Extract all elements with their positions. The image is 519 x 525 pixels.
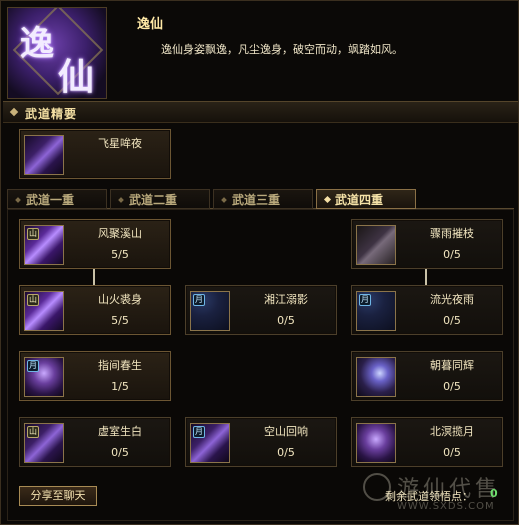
tab-bullet-icon — [118, 197, 124, 203]
school-emblem: 逸 仙 — [7, 7, 107, 99]
skill-card[interactable]: 月 湘江溺影 0/5 — [185, 285, 337, 335]
mountain-badge-icon: 山 — [27, 228, 39, 240]
skill-name: 虚室生白 — [98, 425, 142, 438]
skill-card[interactable]: 月 指间春生 1/5 — [19, 351, 171, 401]
tab-tier-4[interactable]: 武道四重 — [316, 189, 416, 209]
skill-level: 0/5 — [277, 446, 295, 459]
remaining-points-value: 0 — [490, 487, 498, 500]
skill-card[interactable]: 月 空山回响 0/5 — [185, 417, 337, 467]
skill-level: 0/5 — [443, 446, 461, 459]
moon-ring-icon: 月 — [190, 291, 230, 331]
tab-label: 武道二重 — [129, 193, 178, 207]
moon-ring-icon: 月 — [356, 291, 396, 331]
remaining-points-label: 剩余武道领悟点： — [385, 490, 473, 503]
skill-card[interactable]: 北溟揽月 0/5 — [351, 417, 503, 467]
skill-card[interactable]: 山 山火裘身 5/5 — [19, 285, 171, 335]
mountain-badge-icon: 山 — [27, 426, 39, 438]
skill-window: 逸 仙 逸仙 逸仙身姿飘逸，凡尘逸身，破空而动，飒踏如风。 武道精要 飞星哞夜 … — [0, 0, 519, 525]
violet-blade-icon: 月 — [190, 423, 230, 463]
tree-connector — [425, 269, 427, 285]
tab-bullet-icon — [15, 197, 21, 203]
wing-icon — [356, 357, 396, 397]
emblem-glyph: 仙 — [58, 56, 95, 98]
rain-icon — [356, 225, 396, 265]
skill-card[interactable]: 月 流光夜雨 0/5 — [351, 285, 503, 335]
tier-tabs: 武道一重 武道二重 武道三重 武道四重 — [7, 189, 514, 209]
skill-name: 骤雨摧枝 — [430, 227, 474, 240]
tab-label: 武道一重 — [26, 193, 75, 207]
skill-level: 1/5 — [111, 380, 129, 393]
section-title: 武道精要 — [25, 107, 78, 121]
featured-skill-card[interactable]: 飞星哞夜 — [19, 129, 171, 179]
skill-name: 山火裘身 — [98, 293, 142, 306]
skill-level: 0/5 — [277, 314, 295, 327]
tab-label: 武道三重 — [232, 193, 281, 207]
skill-name: 流光夜雨 — [430, 293, 474, 306]
school-description: 逸仙身姿飘逸，凡尘逸身，破空而动，飒踏如风。 — [161, 43, 403, 56]
skill-card[interactable]: 山 虚室生白 0/5 — [19, 417, 171, 467]
skill-level: 0/5 — [111, 446, 129, 459]
mountain-badge-icon: 山 — [27, 294, 39, 306]
violet-blade-icon: 山 — [24, 423, 64, 463]
tab-label: 武道四重 — [335, 193, 384, 207]
skill-name: 空山回响 — [264, 425, 308, 438]
share-to-chat-button[interactable]: 分享至聊天 — [19, 486, 97, 506]
skill-level: 5/5 — [111, 314, 129, 327]
skill-name: 北溟揽月 — [430, 425, 474, 438]
moon-badge-icon: 月 — [193, 294, 205, 306]
tab-bullet-icon — [323, 195, 332, 204]
tab-tier-1[interactable]: 武道一重 — [7, 189, 107, 209]
violet-sword-icon: 山 — [24, 225, 64, 265]
tab-bullet-icon — [221, 197, 227, 203]
violet-sword-icon: 山 — [24, 291, 64, 331]
skill-name: 飞星哞夜 — [98, 137, 142, 150]
falcon-icon — [24, 135, 64, 175]
skill-name: 指间春生 — [98, 359, 142, 372]
skill-level: 5/5 — [111, 248, 129, 261]
skill-level: 0/5 — [443, 380, 461, 393]
skill-card[interactable]: 山 风聚溪山 5/5 — [19, 219, 171, 269]
spirit-icon: 月 — [24, 357, 64, 397]
tree-connector — [93, 269, 95, 285]
skill-level: 0/5 — [443, 314, 461, 327]
moon-badge-icon: 月 — [193, 426, 205, 438]
section-bullet-icon — [9, 107, 19, 117]
moon-badge-icon: 月 — [359, 294, 371, 306]
section-header: 武道精要 — [3, 101, 518, 123]
skill-name: 风聚溪山 — [98, 227, 142, 240]
skill-card[interactable]: 朝暮同辉 0/5 — [351, 351, 503, 401]
tab-tier-2[interactable]: 武道二重 — [110, 189, 210, 209]
emblem-glyph: 逸 — [20, 24, 54, 64]
skill-card[interactable]: 骤雨摧枝 0/5 — [351, 219, 503, 269]
moon-badge-icon: 月 — [27, 360, 39, 372]
skill-level: 0/5 — [443, 248, 461, 261]
skill-name: 湘江溺影 — [264, 293, 308, 306]
school-title: 逸仙 — [137, 17, 164, 32]
skill-name: 朝暮同辉 — [430, 359, 474, 372]
moon-icon — [356, 423, 396, 463]
tab-tier-3[interactable]: 武道三重 — [213, 189, 313, 209]
